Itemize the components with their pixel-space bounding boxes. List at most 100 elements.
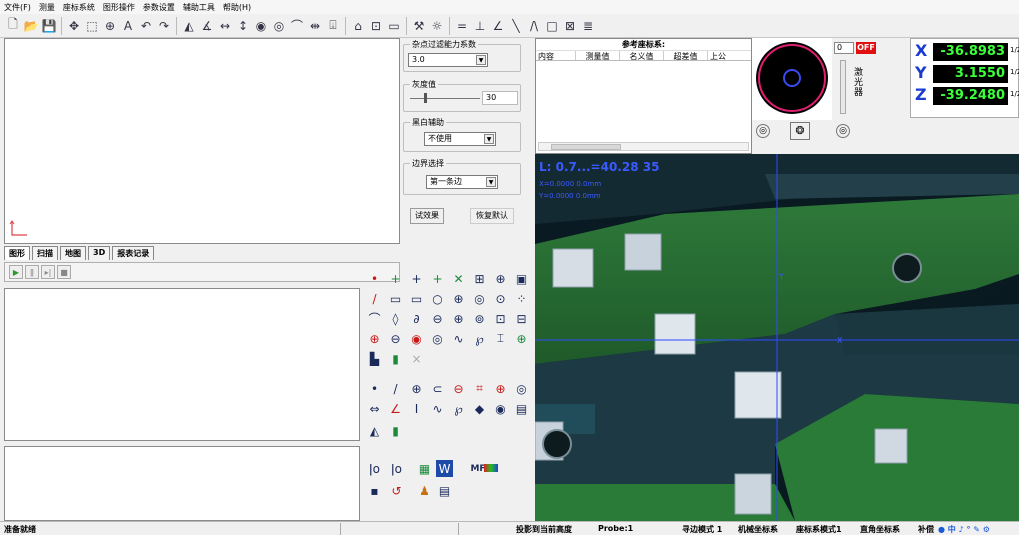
curve-icon[interactable]: ∂ (408, 310, 425, 327)
stop-icon[interactable]: ■ (57, 265, 71, 279)
gray-slider-handle[interactable] (424, 93, 427, 103)
status-project-height[interactable]: 投影到当前高度 (516, 524, 572, 535)
image-icon[interactable]: ▣ (513, 270, 530, 287)
arrows-icon[interactable]: ⇔ (366, 400, 383, 417)
menu-settings[interactable]: 参数设置 (143, 2, 175, 13)
spiral-icon[interactable]: ◊ (387, 310, 404, 327)
col-content[interactable]: 内容 (536, 51, 576, 61)
status-coord-mode[interactable]: 座标系模式1 (796, 524, 842, 535)
light-intensity-field[interactable]: 0 (834, 42, 854, 54)
green-block-icon[interactable]: ▮ (387, 350, 404, 367)
horizontal-distance-icon[interactable]: ↔ (216, 16, 234, 36)
col-measured[interactable]: 测量值 (576, 51, 620, 61)
open-folder-icon[interactable]: 📂 (22, 16, 40, 36)
arc-dim-icon[interactable]: ⌒ (288, 16, 306, 36)
axis-z-unit[interactable]: 1/2 (1010, 90, 1019, 98)
stamp-icon[interactable]: ▙ (366, 350, 383, 367)
dots-icon[interactable]: ⁘ (513, 290, 530, 307)
rotate-icon[interactable]: ↺ (388, 482, 405, 499)
auto-point-icon[interactable]: + (429, 270, 446, 287)
horizontal-scrollbar[interactable] (538, 142, 749, 151)
doc-icon[interactable]: ▤ (436, 482, 453, 499)
result-list[interactable] (4, 446, 360, 521)
menu-coordinate[interactable]: 座标系统 (63, 2, 95, 13)
label-under-icon[interactable]: ǀo (366, 460, 383, 477)
col-upper-tol[interactable]: 上公 (708, 51, 748, 61)
pause-icon[interactable]: ǁ (25, 265, 39, 279)
i-beam-icon[interactable]: ⌶ (492, 330, 509, 347)
circle-plus-icon[interactable]: ⊕ (408, 380, 425, 397)
double-ring-icon[interactable]: ◎ (513, 380, 530, 397)
dot-small-icon[interactable]: • (366, 380, 383, 397)
menu-file[interactable]: 文件(F) (4, 2, 31, 13)
x-distance-icon[interactable]: ⇹ (306, 16, 324, 36)
parallel-icon[interactable]: /\ (525, 16, 543, 36)
tools-icon[interactable]: ⚒ (410, 16, 428, 36)
circle-alt-icon[interactable]: ◎ (270, 16, 288, 36)
status-rect-coord[interactable]: 直角坐标系 (860, 524, 900, 535)
tab-scan[interactable]: 扫描 (32, 246, 58, 260)
perpendicular-icon[interactable]: ⊥ (471, 16, 489, 36)
gray-value-field[interactable]: 30 (482, 91, 518, 105)
double-circle-icon[interactable]: ◎ (429, 330, 446, 347)
undo-icon[interactable]: ↶ (137, 16, 155, 36)
status-compensation[interactable]: 补偿 (918, 524, 934, 535)
axis-y-unit[interactable]: 1/2 (1010, 68, 1019, 76)
ellipse-icon[interactable]: ⊖ (429, 310, 446, 327)
x-disabled-icon[interactable]: × (408, 350, 425, 367)
bw-assist-select[interactable]: 不使用 ▼ (424, 132, 496, 146)
rect-icon[interactable]: ▭ (385, 16, 403, 36)
camera-view[interactable]: L: 0.7...=40.28 35 X=0.0000 0.0mm Y=0.00… (535, 154, 1019, 521)
angle-icon[interactable]: ∡ (198, 16, 216, 36)
line-icon[interactable]: / (366, 290, 383, 307)
word-icon[interactable]: W (436, 460, 453, 477)
light-slider[interactable] (840, 60, 846, 114)
diamond-icon[interactable]: ◆ (471, 400, 488, 417)
zoom-fit-icon[interactable]: ⊕ (101, 16, 119, 36)
try-effect-button[interactable]: 试效果 (410, 208, 444, 224)
target-alt-icon[interactable]: ◎ (836, 124, 850, 138)
diagonal-icon[interactable]: ╲ (507, 16, 525, 36)
blob2-icon[interactable]: ℘ (450, 400, 467, 417)
axis-y-value[interactable]: 3.1550 (933, 65, 1008, 83)
axis-x-unit[interactable]: 1/2 (1010, 46, 1019, 54)
menu-graphics[interactable]: 图形操作 (103, 2, 135, 13)
cross-icon[interactable]: + (387, 270, 404, 287)
edge-select[interactable]: 第一条边 ▼ (426, 175, 498, 189)
step-icon[interactable]: ▸| (41, 265, 55, 279)
tab-3d[interactable]: 3D (88, 246, 111, 260)
square-icon[interactable]: □ (543, 16, 561, 36)
zigzag-icon[interactable]: ∿ (450, 330, 467, 347)
save-icon[interactable]: 💾 (40, 16, 58, 36)
col-deviation[interactable]: 超差值 (664, 51, 708, 61)
box-icon[interactable]: ⊠ (561, 16, 579, 36)
home-icon[interactable]: ⌂ (349, 16, 367, 36)
equal-icon[interactable]: = (453, 16, 471, 36)
menu-help[interactable]: 帮助(H) (223, 2, 251, 13)
point-icon[interactable]: • (366, 270, 383, 287)
frame2-icon[interactable]: ⊟ (513, 310, 530, 327)
zoom-window-icon[interactable]: ⬚ (83, 16, 101, 36)
text-icon[interactable]: A (119, 16, 137, 36)
wave-icon[interactable]: ∿ (429, 400, 446, 417)
tab-map[interactable]: 地图 (60, 246, 86, 260)
target-icon[interactable]: ◉ (492, 400, 509, 417)
vertical-distance-icon[interactable]: ↕ (234, 16, 252, 36)
rect-slot-icon[interactable]: ▭ (387, 290, 404, 307)
element-list[interactable] (4, 288, 360, 441)
circle-c-icon[interactable]: ⊂ (429, 380, 446, 397)
ring2-icon[interactable]: ⊚ (471, 310, 488, 327)
col-nominal[interactable]: 名义值 (620, 51, 664, 61)
angle-line-icon[interactable]: ∠ (489, 16, 507, 36)
ring-light-icon[interactable]: ❂ (790, 122, 810, 140)
sun-icon[interactable]: ☼ (428, 16, 446, 36)
circle-dot-icon[interactable]: ⊙ (492, 290, 509, 307)
plus-circle-icon[interactable]: ⊕ (513, 330, 530, 347)
menu-tools[interactable]: 辅助工具 (183, 2, 215, 13)
tab-graphic[interactable]: 图形 (4, 246, 30, 260)
y-distance-icon[interactable]: ⍗ (324, 16, 342, 36)
red-ring-icon[interactable]: ⊕ (492, 380, 509, 397)
axis-x-value[interactable]: -36.8983 (933, 43, 1008, 61)
cone-icon[interactable]: ◭ (366, 422, 383, 439)
green-bar-icon[interactable]: ▮ (387, 422, 404, 439)
